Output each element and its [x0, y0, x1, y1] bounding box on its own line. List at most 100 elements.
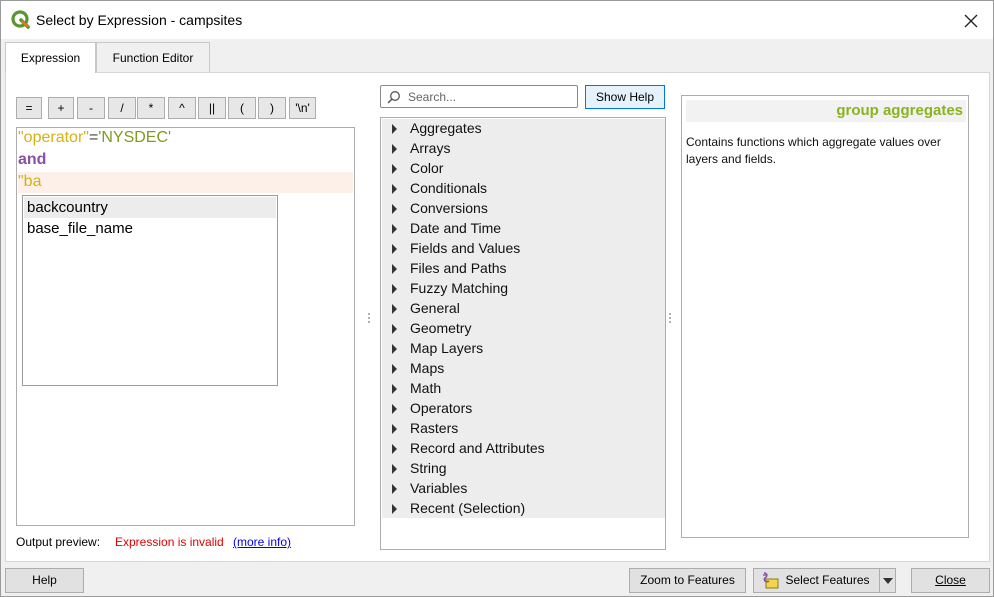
function-group-label: Map Layers	[410, 340, 484, 356]
tab-expression[interactable]: Expression	[5, 42, 96, 73]
expand-arrow-icon[interactable]	[392, 204, 397, 214]
autocomplete-item[interactable]: backcountry	[24, 197, 276, 218]
function-group-label: Record and Attributes	[410, 440, 545, 456]
function-group-item[interactable]: General	[382, 299, 665, 319]
function-group-label: Recent (Selection)	[410, 500, 526, 516]
search-input[interactable]	[408, 88, 573, 105]
expand-arrow-icon[interactable]	[392, 284, 397, 294]
expand-arrow-icon[interactable]	[392, 364, 397, 374]
function-group-item[interactable]: Fields and Values	[382, 239, 665, 259]
expand-arrow-icon[interactable]	[392, 464, 397, 474]
help-header: group aggregates	[686, 100, 966, 122]
function-group-item[interactable]: Record and Attributes	[382, 439, 665, 459]
search-box	[380, 85, 578, 108]
function-group-item[interactable]: Variables	[382, 479, 665, 499]
expand-arrow-icon[interactable]	[392, 384, 397, 394]
function-group-item[interactable]: Recent (Selection)	[382, 499, 665, 519]
function-group-item[interactable]: Conversions	[382, 199, 665, 219]
expand-arrow-icon[interactable]	[392, 124, 397, 134]
field-token: "operator"	[18, 129, 89, 146]
expand-arrow-icon[interactable]	[392, 224, 397, 234]
function-group-item[interactable]: Color	[382, 159, 665, 179]
function-group-label: Math	[410, 380, 442, 396]
operator-multiply-button[interactable]: *	[137, 97, 165, 119]
keyword-token: and	[18, 151, 47, 168]
operator-power-button[interactable]: ^	[168, 97, 196, 119]
expression-tab-pane: = + - / * ^ || ( ) '\n' "operator"='NYSD…	[5, 72, 990, 562]
function-group-label: Aggregates	[410, 120, 482, 136]
expand-arrow-icon[interactable]	[392, 344, 397, 354]
operator-equals-button[interactable]: =	[16, 97, 42, 119]
window-title: Select by Expression - campsites	[36, 12, 243, 28]
function-group-item[interactable]: Conditionals	[382, 179, 665, 199]
expand-arrow-icon[interactable]	[392, 324, 397, 334]
select-features-dropdown-button[interactable]	[879, 568, 896, 593]
autocomplete-item[interactable]: base_file_name	[24, 218, 276, 239]
function-group-label: General	[410, 300, 460, 316]
expand-arrow-icon[interactable]	[392, 164, 397, 174]
function-group-item[interactable]: Map Layers	[382, 339, 665, 359]
qgis-logo-icon	[11, 10, 30, 29]
splitter-handle[interactable]	[368, 313, 371, 325]
operator-close-paren-button[interactable]: )	[258, 97, 286, 119]
expand-arrow-icon[interactable]	[392, 484, 397, 494]
function-group-label: Files and Paths	[410, 260, 507, 276]
operator-concat-button[interactable]: ||	[198, 97, 226, 119]
operator-token: =	[88, 129, 99, 146]
function-group-label: Fields and Values	[410, 240, 521, 256]
code-line-1: "operator"='NYSDEC'	[18, 129, 171, 147]
function-group-label: String	[410, 460, 447, 476]
function-group-item[interactable]: Aggregates	[382, 119, 665, 139]
function-group-label: Variables	[410, 480, 468, 496]
partial-field-token: "ba	[18, 173, 42, 190]
string-token: 'NYSDEC'	[98, 129, 172, 146]
function-group-item[interactable]: Math	[382, 379, 665, 399]
expression-editor[interactable]: "operator"='NYSDEC' and "ba backcountry …	[16, 127, 355, 526]
more-info-link[interactable]: (more info)	[233, 535, 291, 549]
function-group-label: Geometry	[410, 320, 472, 336]
code-line-3: "ba	[18, 173, 41, 191]
operator-open-paren-button[interactable]: (	[228, 97, 256, 119]
expand-arrow-icon[interactable]	[392, 184, 397, 194]
function-group-label: Conditionals	[410, 180, 488, 196]
select-features-button[interactable]: Select Features	[753, 568, 880, 593]
function-group-item[interactable]: Files and Paths	[382, 259, 665, 279]
splitter-handle[interactable]	[669, 313, 672, 325]
function-group-item[interactable]: String	[382, 459, 665, 479]
function-group-label: Maps	[410, 360, 445, 376]
expand-arrow-icon[interactable]	[392, 304, 397, 314]
function-group-label: Arrays	[410, 140, 451, 156]
operator-plus-button[interactable]: +	[48, 97, 74, 119]
function-group-label: Date and Time	[410, 220, 502, 236]
code-line-2: and	[18, 151, 46, 169]
function-group-item[interactable]: Geometry	[382, 319, 665, 339]
operator-minus-button[interactable]: -	[77, 97, 105, 119]
tab-function-editor[interactable]: Function Editor	[96, 42, 210, 72]
zoom-to-features-button[interactable]: Zoom to Features	[629, 568, 746, 593]
function-group-item[interactable]: Maps	[382, 359, 665, 379]
function-group-item[interactable]: Arrays	[382, 139, 665, 159]
output-preview-error: Expression is invalid	[115, 535, 224, 549]
search-icon	[387, 91, 400, 104]
close-button[interactable]: Close	[911, 568, 990, 593]
function-group-item[interactable]: Fuzzy Matching	[382, 279, 665, 299]
expand-arrow-icon[interactable]	[392, 424, 397, 434]
operator-newline-button[interactable]: '\n'	[289, 97, 316, 119]
expand-arrow-icon[interactable]	[392, 404, 397, 414]
expand-arrow-icon[interactable]	[392, 144, 397, 154]
function-group-item[interactable]: Date and Time	[382, 219, 665, 239]
function-group-item[interactable]: Rasters	[382, 419, 665, 439]
expand-arrow-icon[interactable]	[392, 244, 397, 254]
function-group-label: Operators	[410, 400, 473, 416]
expand-arrow-icon[interactable]	[392, 504, 397, 514]
help-button[interactable]: Help	[5, 568, 84, 593]
operator-divide-button[interactable]: /	[108, 97, 136, 119]
close-window-button[interactable]	[955, 5, 987, 35]
function-group-item[interactable]: Operators	[382, 399, 665, 419]
function-group-label: Color	[410, 160, 444, 176]
expand-arrow-icon[interactable]	[392, 444, 397, 454]
expand-arrow-icon[interactable]	[392, 264, 397, 274]
help-description: Contains functions which aggregate value…	[686, 135, 941, 166]
show-help-button[interactable]: Show Help	[585, 85, 665, 109]
help-panel: group aggregates Contains functions whic…	[681, 95, 969, 538]
